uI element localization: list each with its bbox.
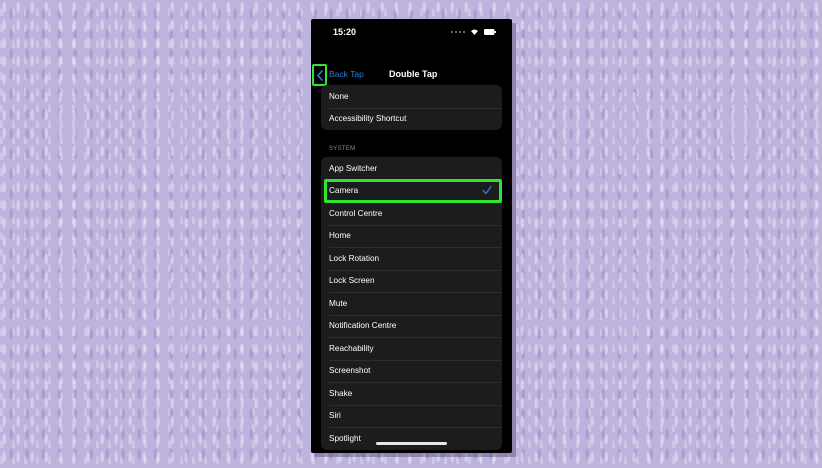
list-item-label: Siri bbox=[329, 411, 341, 421]
list-item-label: Screenshot bbox=[329, 366, 371, 376]
list-item-shake[interactable]: Shake bbox=[321, 382, 502, 405]
list-item-label: Home bbox=[329, 231, 351, 241]
list-item-label: Accessibility Shortcut bbox=[329, 114, 407, 124]
list-item-label: Reachability bbox=[329, 343, 374, 353]
navigation-bar: Back Tap Double Tap bbox=[311, 57, 512, 86]
camera-highlight-box bbox=[324, 179, 502, 203]
list-item-siri[interactable]: Siri bbox=[321, 404, 502, 428]
list-item-home[interactable]: Home bbox=[321, 224, 502, 248]
phone-screen: 15:20 Back Tap Double Tap None Accessibi… bbox=[311, 19, 512, 453]
list-item-label: Spotlight bbox=[329, 433, 361, 443]
list-item-none[interactable]: None bbox=[321, 85, 502, 108]
chevron-left-icon bbox=[316, 69, 323, 81]
list-item-lock-rotation[interactable]: Lock Rotation bbox=[321, 247, 502, 270]
list-item-control-centre[interactable]: Control Centre bbox=[321, 202, 502, 225]
list-item-mute[interactable]: Mute bbox=[321, 292, 502, 315]
status-bar: 15:20 bbox=[311, 19, 512, 45]
list-item-label: Notification Centre bbox=[329, 321, 397, 331]
section-header-system: SYSTEM bbox=[329, 146, 356, 152]
back-button[interactable] bbox=[312, 64, 327, 86]
list-item-notification-centre[interactable]: Notification Centre bbox=[321, 314, 502, 338]
list-item-label: Lock Screen bbox=[329, 276, 375, 286]
status-time: 15:20 bbox=[333, 27, 357, 37]
list-item-reachability[interactable]: Reachability bbox=[321, 337, 502, 360]
list-item-label: Mute bbox=[329, 298, 348, 308]
list-item-label: Shake bbox=[329, 388, 353, 398]
wifi-icon bbox=[470, 28, 479, 35]
list-item-screenshot[interactable]: Screenshot bbox=[321, 359, 502, 383]
back-label[interactable]: Back Tap bbox=[329, 69, 364, 79]
signal-icon bbox=[451, 30, 465, 33]
list-item-label: Lock Rotation bbox=[329, 253, 380, 263]
list-item-spotlight[interactable]: Spotlight bbox=[321, 427, 502, 450]
status-icons bbox=[451, 28, 496, 35]
page-title: Double Tap bbox=[389, 69, 438, 79]
home-indicator[interactable] bbox=[376, 442, 447, 445]
list-item-accessibility-shortcut[interactable]: Accessibility Shortcut bbox=[321, 107, 502, 131]
list-item-lock-screen[interactable]: Lock Screen bbox=[321, 269, 502, 293]
battery-icon bbox=[484, 28, 496, 35]
list-item-label: None bbox=[329, 91, 349, 101]
list-item-label: Control Centre bbox=[329, 208, 383, 218]
general-actions-group: None Accessibility Shortcut bbox=[321, 85, 502, 130]
list-item-label: App Switcher bbox=[329, 163, 378, 173]
list-item-app-switcher[interactable]: App Switcher bbox=[321, 157, 502, 180]
